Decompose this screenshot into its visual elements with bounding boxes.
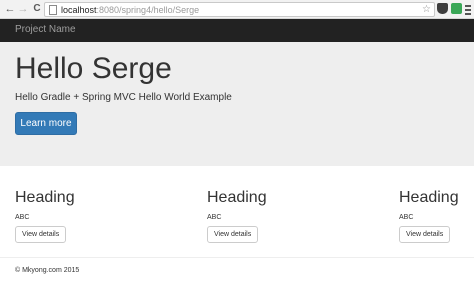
page-subtitle: Hello Gradle + Spring MVC Hello World Ex… [15, 92, 232, 103]
browser-toolbar: ← → C localhost:8080/spring4/hello/Serge… [0, 0, 474, 19]
view-details-button[interactable]: View details [399, 226, 451, 243]
view-details-button[interactable]: View details [207, 226, 259, 243]
jumbotron: Hello Serge Hello Gradle + Spring MVC He… [0, 42, 474, 166]
forward-arrow-icon[interactable]: → [17, 3, 29, 15]
column-heading: Heading [15, 189, 75, 206]
column-3: Heading ABC View details [399, 189, 459, 243]
browser-menu-icon[interactable] [465, 3, 471, 15]
address-bar[interactable]: localhost:8080/spring4/hello/Serge ☆ [44, 2, 435, 17]
back-arrow-icon[interactable]: ← [4, 3, 16, 15]
page-title: Hello Serge [15, 52, 172, 85]
column-text: ABC [207, 214, 222, 221]
url-host: localhost [61, 5, 97, 15]
pocket-extension-icon[interactable] [437, 3, 448, 14]
column-heading: Heading [399, 189, 459, 206]
footer-copyright: © Mkyong.com 2015 [15, 267, 80, 274]
top-navbar: Project Name [0, 19, 474, 42]
column-text: ABC [15, 214, 30, 221]
column-2: Heading ABC View details [207, 189, 267, 243]
column-text: ABC [399, 214, 414, 221]
url-text: localhost:8080/spring4/hello/Serge [61, 4, 199, 16]
page-icon [49, 5, 57, 15]
footer-divider [0, 257, 474, 258]
view-details-button[interactable]: View details [15, 226, 67, 243]
bookmark-star-icon[interactable]: ☆ [422, 4, 431, 16]
reload-icon[interactable]: C [31, 3, 43, 15]
learn-more-button[interactable]: Learn more [15, 112, 77, 135]
navbar-brand-link[interactable]: Project Name [15, 24, 76, 35]
url-path: :8080/spring4/hello/Serge [96, 5, 200, 15]
android-extension-icon[interactable] [451, 3, 462, 14]
column-heading: Heading [207, 189, 267, 206]
column-1: Heading ABC View details [15, 189, 75, 243]
